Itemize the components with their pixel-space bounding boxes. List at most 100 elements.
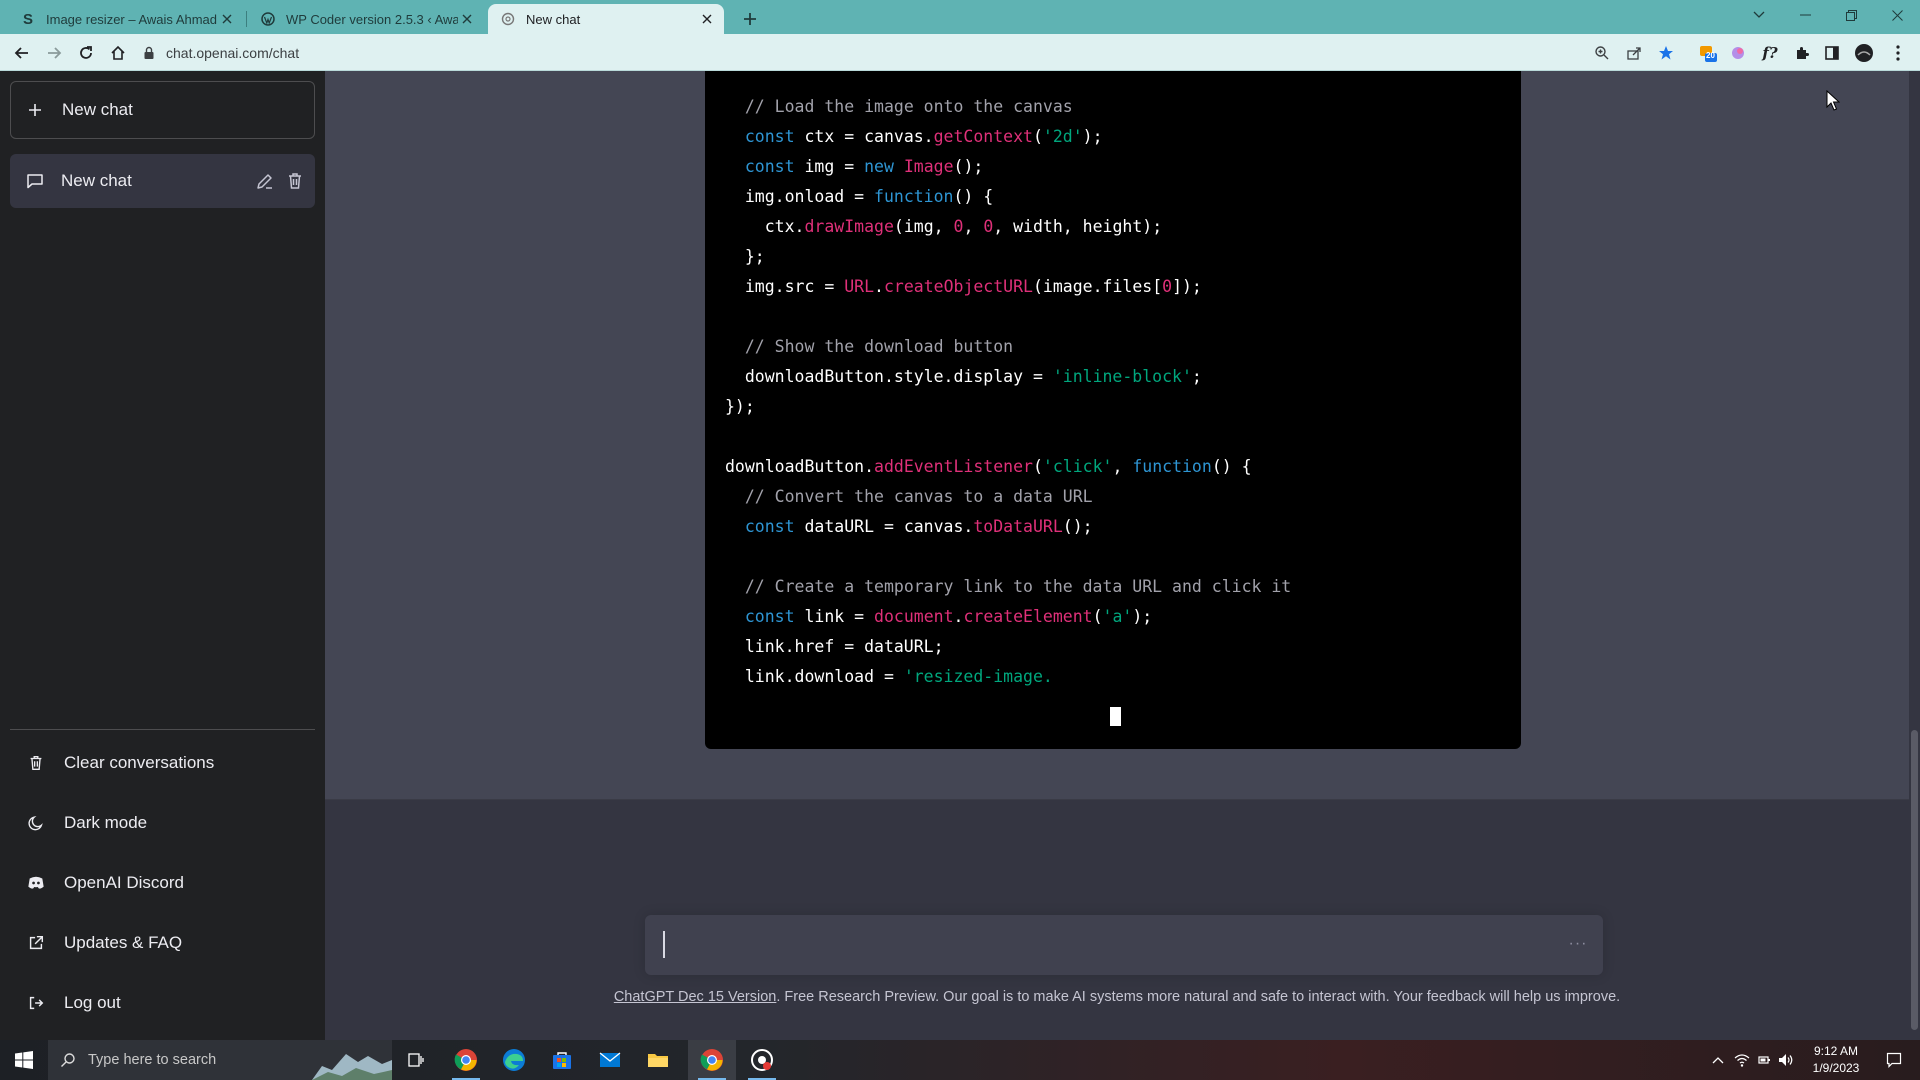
lock-icon[interactable] [142,46,156,60]
code-token: img = [794,157,865,176]
code-token: (img, [893,217,954,236]
store-taskbar-icon[interactable] [538,1040,586,1080]
minimize-button[interactable] [1782,0,1828,30]
close-tab-icon[interactable] [698,10,716,28]
chrome-taskbar-icon[interactable] [442,1040,490,1080]
code-line: link.href = dataURL; [725,636,944,658]
code-line: }; [725,246,765,268]
back-button[interactable] [10,41,34,65]
log-out-button[interactable]: Log out [10,979,315,1027]
restore-button[interactable] [1828,0,1874,30]
plus-icon [29,104,41,116]
openai-icon [500,11,516,27]
code-token: // Convert the canvas to a data URL [744,487,1093,506]
edge-taskbar-icon[interactable] [490,1040,538,1080]
code-token: 0 [983,217,994,236]
close-window-button[interactable] [1874,0,1920,30]
function-extension-icon[interactable]: f? [1760,43,1780,63]
updates-faq-label: Updates & FAQ [64,933,183,952]
scrollbar-thumb[interactable] [1911,730,1918,1030]
volume-icon[interactable] [1776,1040,1796,1080]
show-hidden-icons-chevron-icon[interactable] [1706,1040,1730,1080]
tab-new-chat[interactable]: New chat [488,4,724,34]
external-link-icon [26,933,46,953]
chrome-active-taskbar-icon[interactable] [688,1040,736,1080]
file-explorer-taskbar-icon[interactable] [634,1040,682,1080]
address-bar[interactable]: chat.openai.com/chat [142,39,1662,66]
browser-menu-icon[interactable] [1888,43,1908,63]
new-chat-button[interactable]: New chat [10,81,315,139]
home-button[interactable] [106,41,130,65]
code-line: img.src = URL.createObjectURL(image.file… [725,276,1202,298]
extension-badge-icon[interactable]: 20 [1698,43,1718,63]
edit-icon[interactable] [255,171,275,191]
code-token: }; [725,247,765,266]
trash-icon[interactable] [285,171,305,191]
share-icon[interactable] [1624,43,1644,63]
clear-conversations-button[interactable]: Clear conversations [10,739,315,787]
search-icon [61,1053,75,1067]
openai-discord-link[interactable]: OpenAI Discord [10,859,315,907]
code-token: ( [1092,607,1103,626]
conversation-item[interactable]: New chat [10,154,315,208]
tab-wp-coder[interactable]: WP Coder version 2.5.3 ‹ Awais A [248,4,484,34]
version-link[interactable]: ChatGPT Dec 15 Version [614,989,777,1005]
dark-mode-label: Dark mode [64,813,148,832]
code-token: , [963,217,984,236]
code-token: // Show the download button [744,337,1014,356]
code-token: dataURL = canvas. [794,517,974,536]
tab-image-resizer[interactable]: S Image resizer – Awais Ahmad [8,4,244,34]
code-token: const [744,517,795,536]
side-panel-icon[interactable] [1822,43,1842,63]
code-token: 0 [953,217,964,236]
code-line: img.onload = function() { [725,186,993,208]
close-tab-icon[interactable] [458,10,476,28]
code-token: // Create a temporary link to the data U… [744,577,1292,596]
windows-start-button[interactable] [0,1040,48,1080]
code-line: downloadButton.addEventListener('click',… [725,456,1252,478]
screen-recorder-taskbar-icon[interactable] [738,1040,786,1080]
network-wifi-icon[interactable] [1732,1040,1752,1080]
updates-faq-link[interactable]: Updates & FAQ [10,919,315,967]
code-token: link.download = [725,667,904,686]
tab-search-chevron-icon[interactable] [1736,0,1782,30]
footer-note: ChatGPT Dec 15 Version. Free Research Pr… [325,989,1909,1005]
code-line: // Convert the canvas to a data URL [725,486,1093,508]
color-extension-icon[interactable] [1728,43,1748,63]
message-input[interactable] [661,925,1541,965]
code-block: // Load the image onto the canvas const … [705,71,1521,749]
task-view-icon[interactable] [392,1040,440,1080]
system-clock[interactable]: 9:12 AM 1/9/2023 [1800,1043,1872,1079]
code-token: toDataURL [973,517,1063,536]
code-token: ); [1082,127,1103,146]
code-line: }); [725,396,755,418]
clock-time: 9:12 AM [1813,1044,1859,1058]
code-token: () { [1211,457,1252,476]
reload-button[interactable] [74,41,98,65]
text-caret [663,931,665,958]
close-tab-icon[interactable] [218,10,236,28]
notifications-icon[interactable] [1874,1040,1914,1080]
logout-icon [26,993,46,1013]
code-token: img.src = [725,277,845,296]
code-token: , width, height); [993,217,1163,236]
code-token: , [1112,457,1133,476]
new-tab-button[interactable] [738,7,762,31]
forward-button[interactable] [42,41,66,65]
typing-cursor [1110,707,1121,726]
dark-mode-button[interactable]: Dark mode [10,799,315,847]
zoom-icon[interactable] [1592,43,1612,63]
mail-taskbar-icon[interactable] [586,1040,634,1080]
profile-avatar[interactable] [1854,43,1874,63]
power-icon[interactable] [1754,1040,1774,1080]
extensions-puzzle-icon[interactable] [1792,43,1812,63]
tab-title: WP Coder version 2.5.3 ‹ Awais A [286,11,458,27]
bookmark-star-icon[interactable] [1656,43,1676,63]
moon-icon [26,813,46,833]
taskbar-search-box[interactable]: Type here to search [48,1040,392,1080]
code-line: downloadButton.style.display = 'inline-b… [725,366,1202,388]
